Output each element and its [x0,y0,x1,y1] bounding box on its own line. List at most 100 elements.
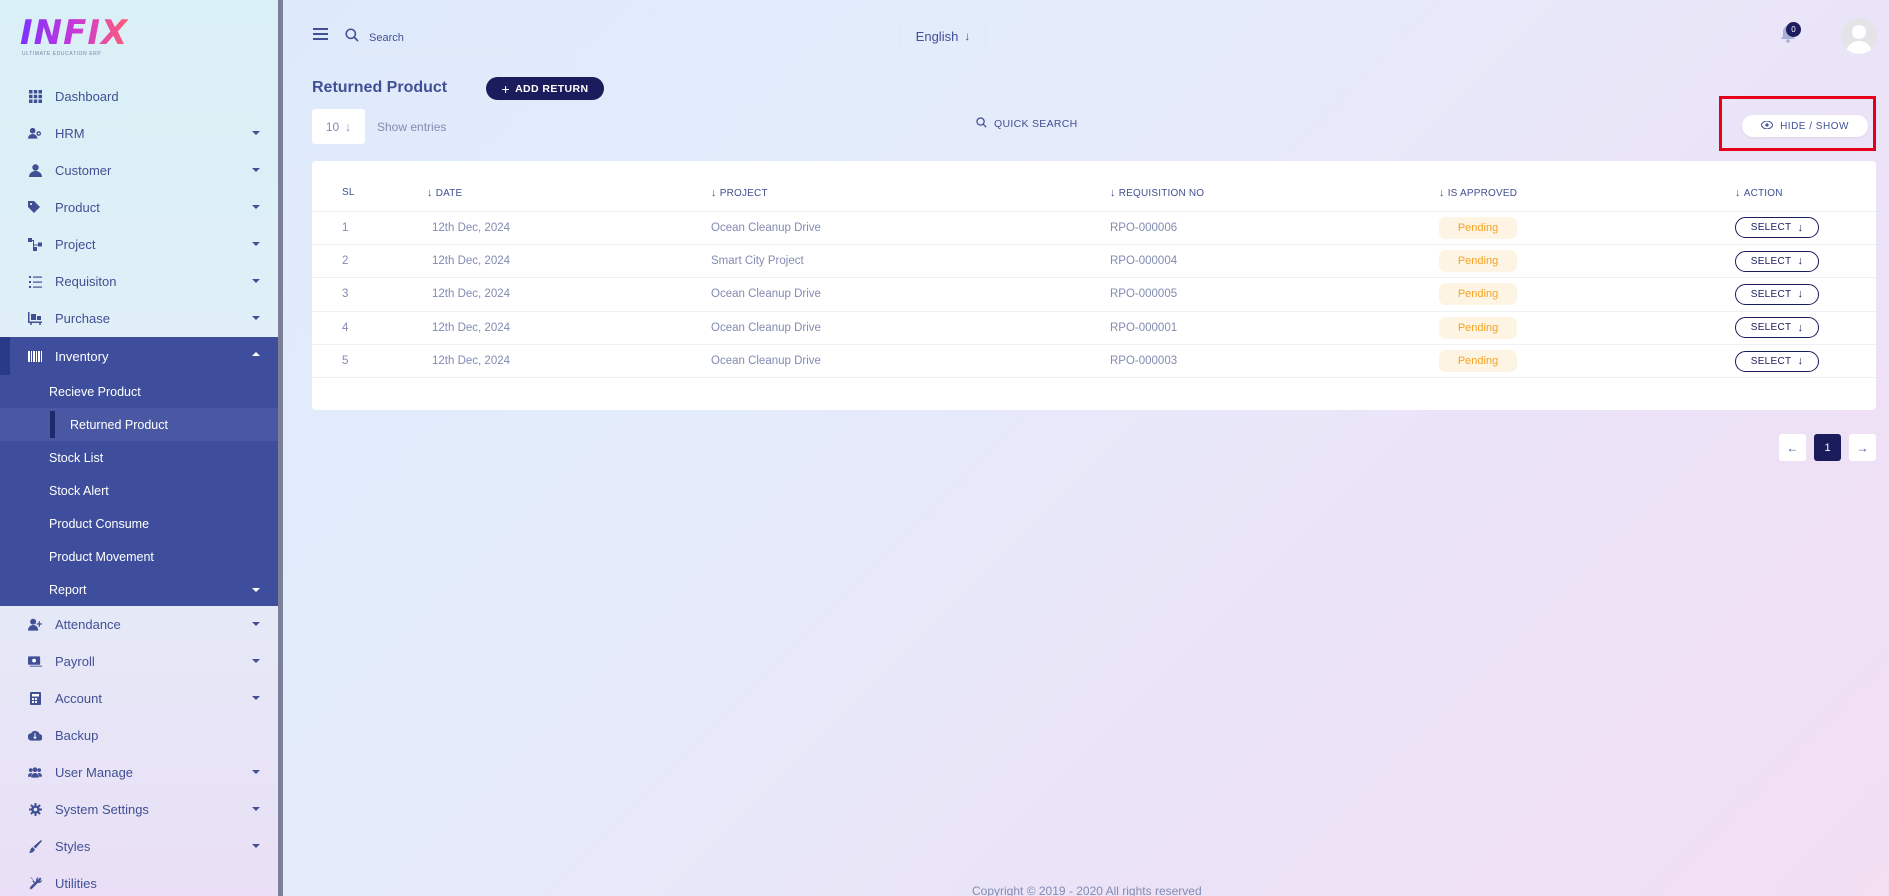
cell-sl: 2 [312,244,427,279]
search-input[interactable] [369,31,509,44]
chevron-down-icon [252,168,260,172]
arrow-down-icon: ↓ [1797,321,1804,334]
sidebar-item-user-manage[interactable]: User Manage [0,754,278,791]
search-icon [345,28,359,47]
cell-requisition: RPO-000006 [1110,211,1439,245]
sidebar-item-label: Inventory [55,348,109,364]
column-header-sl[interactable]: SL [312,175,427,212]
column-header-requisition[interactable]: ↓ REQUISITION NO [1110,175,1439,212]
topbar: English ↓ 0 [288,0,1889,70]
select-action-button[interactable]: SELECT ↓ [1735,317,1819,339]
select-label: SELECT [1750,322,1792,334]
cell-requisition: RPO-000005 [1110,277,1439,312]
sidebar-item-styles[interactable]: Styles [0,828,278,865]
entries-select[interactable]: 10 ↓ [312,109,365,144]
sidebar-item-requisiton[interactable]: Requisiton [0,263,278,300]
hide-show-label: HIDE / SHOW [1780,120,1849,132]
arrow-down-icon: ↓ [964,29,971,43]
sidebar-subitem-product-movement[interactable]: Product Movement [0,540,278,573]
page-number-button[interactable]: 1 [1814,434,1841,461]
column-header-project[interactable]: ↓ PROJECT [711,175,1110,212]
cell-approved: Pending [1439,277,1735,312]
sidebar-item-label: Backup [55,728,99,743]
arrow-down-icon: ↓ [1797,355,1804,368]
select-action-button[interactable]: SELECT ↓ [1735,250,1819,272]
cell-project: Ocean Cleanup Drive [711,211,1110,245]
arrow-down-icon: ↓ [1797,221,1804,234]
sidebar-nav: Dashboard HRM Customer Product Project R… [0,78,278,896]
sidebar-item-attendance[interactable]: Attendance [0,606,278,643]
language-label: English [915,28,959,44]
cloud-download-icon [28,729,42,743]
table-row: 2 12th Dec, 2024 Smart City Project RPO-… [312,244,1876,279]
sidebar-item-payroll[interactable]: Payroll [0,643,278,680]
column-header-approved[interactable]: ↓ IS APPROVED [1439,175,1735,212]
inventory-icon [28,349,42,363]
quick-search[interactable]: QUICK SEARCH [976,117,1078,131]
sidebar-subitem-report[interactable]: Report [0,573,278,606]
sidebar-item-product[interactable]: Product [0,189,278,226]
sidebar-item-dashboard[interactable]: Dashboard [0,78,278,115]
sidebar-item-customer[interactable]: Customer [0,152,278,189]
sidebar-item-system-settings[interactable]: System Settings [0,791,278,828]
cell-action: SELECT ↓ [1735,311,1876,346]
cell-action: SELECT ↓ [1735,344,1876,379]
customer-icon [28,164,42,178]
list-icon [28,275,42,289]
arrow-right-icon: → [1856,440,1869,455]
sidebar-item-label: Dashboard [55,89,119,104]
add-return-button[interactable]: + ADD RETURN [486,77,604,100]
entries-value: 10 [325,119,340,134]
chevron-down-icon [252,242,260,246]
sidebar-item-label: Product [55,200,100,215]
sidebar-item-purchase[interactable]: Purchase [0,300,278,337]
select-label: SELECT [1750,222,1792,234]
header-label: IS APPROVED [1447,187,1518,199]
language-select[interactable]: English ↓ [900,20,986,52]
chevron-down-icon [252,316,260,320]
sidebar-item-backup[interactable]: Backup [0,717,278,754]
sidebar-item-hrm[interactable]: HRM [0,115,278,152]
avatar[interactable] [1841,18,1877,54]
sidebar-subitem-returned-product[interactable]: Returned Product [0,408,278,441]
sidebar-item-label: Stock Alert [49,483,109,498]
sidebar-item-account[interactable]: Account [0,680,278,717]
select-action-button[interactable]: SELECT ↓ [1735,217,1819,239]
column-header-action[interactable]: ↓ ACTION [1735,175,1876,212]
table-header-row: SL ↓ DATE ↓ PROJECT ↓ REQUISITION NO ↓ IS AP… [312,175,1876,212]
calculator-icon [28,692,42,706]
footer-copyright: Copyright © 2019 - 2020 All rights reser… [972,884,1202,896]
previous-page-button[interactable]: ← [1779,434,1806,461]
header-label: DATE [435,187,463,199]
sidebar-item-label: Project [55,237,96,252]
cell-action: SELECT ↓ [1735,244,1876,279]
select-action-button[interactable]: SELECT ↓ [1735,350,1819,372]
brand-logo[interactable]: INFIX ULTIMATE EDUCATION ERP [20,16,128,60]
sidebar: INFIX ULTIMATE EDUCATION ERP Dashboard H… [0,0,283,896]
menu-toggle-icon[interactable] [313,28,328,40]
status-badge: Pending [1439,216,1517,239]
sidebar-subitem-product-consume[interactable]: Product Consume [0,507,278,540]
purchase-icon [28,312,42,326]
cell-approved: Pending [1439,244,1735,279]
column-header-date[interactable]: ↓ DATE [427,175,711,212]
project-icon [28,238,42,252]
next-page-button[interactable]: → [1849,434,1876,461]
cell-approved: Pending [1439,344,1735,379]
select-action-button[interactable]: SELECT ↓ [1735,283,1819,305]
sidebar-subitem-recieve-product[interactable]: Recieve Product [0,375,278,408]
cell-sl: 4 [312,311,427,346]
status-badge: Pending [1439,250,1517,273]
add-return-label: ADD RETURN [515,82,589,95]
hide-show-button[interactable]: HIDE / SHOW [1742,115,1868,137]
payroll-icon [28,655,42,669]
sidebar-item-inventory[interactable]: Inventory [0,337,278,375]
sidebar-item-project[interactable]: Project [0,226,278,263]
sidebar-subitem-stock-alert[interactable]: Stock Alert [0,474,278,507]
sidebar-subitem-stock-list[interactable]: Stock List [0,441,278,474]
pagination: ← 1 → [1779,434,1876,461]
sidebar-item-utilities[interactable]: Utilities [0,865,278,896]
inventory-submenu: Recieve Product Returned Product Stock L… [0,375,278,606]
notification-badge: 0 [1786,22,1801,37]
cell-approved: Pending [1439,311,1735,346]
